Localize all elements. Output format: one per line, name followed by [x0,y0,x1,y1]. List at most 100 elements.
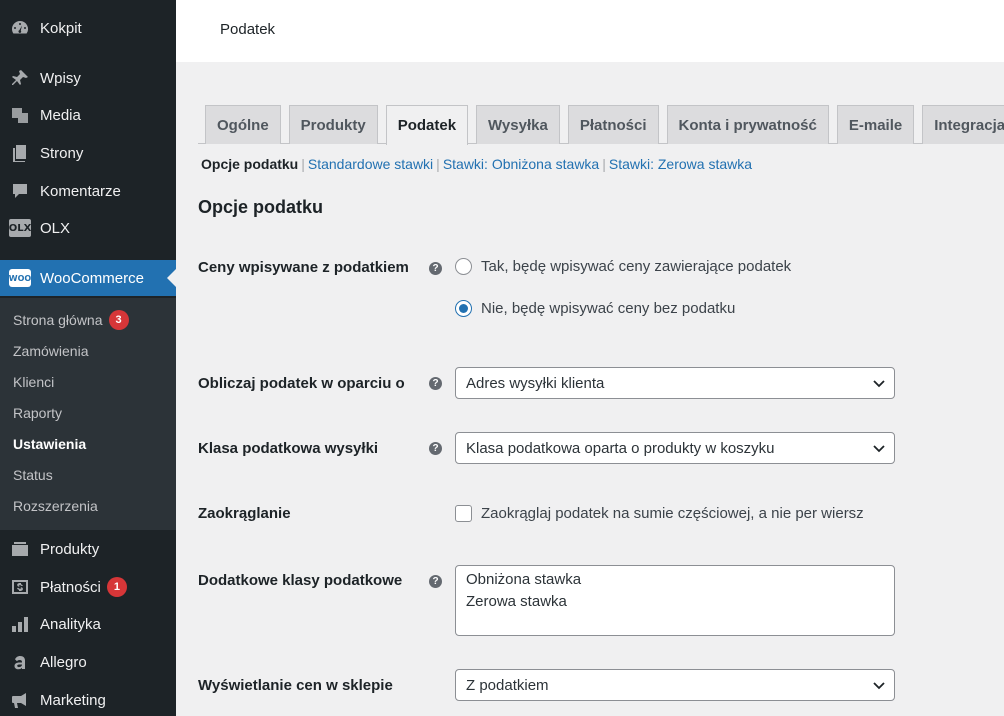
sidebar-item-olx[interactable]: OLX OLX [0,210,176,246]
subnav-separator: | [436,156,440,172]
submenu-label: Klienci [13,374,55,390]
radio-button[interactable] [455,258,472,275]
pages-icon [9,142,31,164]
woo-icon: WOO [9,267,31,289]
additional-tax-classes-textarea[interactable]: Obniżona stawka Zerowa stawka [455,565,895,636]
notification-badge: 1 [106,577,127,597]
additional-tax-classes-label: Dodatkowe klasy podatkowe [198,572,403,589]
media-icon [9,104,31,126]
display-prices-shop-label: Wyświetlanie cen w sklepie [198,677,393,694]
sidebar-item-komentarze[interactable]: Komentarze [0,173,176,209]
subnav-current[interactable]: Opcje podatku [201,156,298,172]
submenu-label: Status [13,467,53,483]
select-value: Z podatkiem [466,676,549,694]
checkbox-label: Zaokrąglaj podatek na sumie częściowej, … [481,505,864,522]
tab-konta[interactable]: Konta i prywatność [666,105,829,144]
rounding-checkbox[interactable] [455,505,472,522]
submenu-item-strona-glowna[interactable]: Strona główna 3 [13,309,129,331]
sidebar-item-label: Komentarze [40,182,121,200]
radio-option-no[interactable]: Nie, będę wpisywać ceny bez podatku [455,300,735,317]
allegro-icon [9,651,31,673]
sidebar-item-media[interactable]: Media [0,97,176,133]
sidebar-item-wpisy[interactable]: Wpisy [0,60,176,96]
megaphone-icon [9,689,31,711]
select-value: Klasa podatkowa oparta o produkty w kosz… [466,439,775,457]
sidebar-item-label: Marketing [40,691,106,709]
radio-label: Tak, będę wpisywać ceny zawierające poda… [481,258,792,275]
shipping-tax-class-select[interactable]: Klasa podatkowa oparta o produkty w kosz… [455,432,895,464]
sidebar-item-produkty[interactable]: Produkty [0,531,176,567]
submenu-item-klienci[interactable]: Klienci [13,371,54,393]
radio-option-yes[interactable]: Tak, będę wpisywać ceny zawierające poda… [455,258,791,275]
page-title: Podatek [220,21,276,38]
submenu-item-zamowienia[interactable]: Zamówienia [13,340,88,362]
help-icon[interactable]: ? [429,377,442,390]
subnav-separator: | [301,156,305,172]
help-icon[interactable]: ? [429,262,442,275]
page-header: Podatek [176,0,1004,62]
select-value: Adres wysyłki klienta [466,374,605,392]
subnav-link-standard[interactable]: Standardowe stawki [308,156,433,172]
sidebar-item-kokpit[interactable]: Kokpit [0,10,176,46]
sidebar-item-label: Analityka [40,615,101,633]
chevron-down-icon [873,682,885,690]
tab-integracja[interactable]: Integracja [922,105,1004,144]
sidebar-item-label: WooCommerce [40,269,144,287]
submenu-label: Strona główna [13,312,103,328]
tab-ogolne[interactable]: Ogólne [205,105,281,144]
submenu-item-raporty[interactable]: Raporty [13,402,62,424]
sidebar-item-label: Media [40,106,81,124]
chevron-down-icon [873,445,885,453]
submenu-label: Ustawienia [13,436,87,452]
dashboard-icon [9,17,31,39]
comment-icon [9,180,31,202]
sidebar-item-label: OLX [40,219,71,237]
sidebar-item-strony[interactable]: Strony [0,135,176,171]
submenu-item-status[interactable]: Status [13,464,53,486]
notification-badge: 3 [108,310,129,330]
active-arrow [167,269,176,287]
tax-subnav: Opcje podatku | Standardowe stawki | Sta… [201,156,752,172]
sidebar-item-label: Allegro [40,653,87,671]
woocommerce-submenu: Strona główna 3 Zamówienia Klienci Rapor… [0,298,176,530]
radio-label: Nie, będę wpisywać ceny bez podatku [481,300,736,317]
subnav-separator: | [602,156,606,172]
settings-tabs: Ogólne Produkty Podatek Wysyłka Płatnośc… [205,105,1004,145]
shipping-tax-class-label: Klasa podatkowa wysyłki [198,440,379,457]
sidebar-item-analityka[interactable]: Analityka [0,606,176,642]
rounding-label: Zaokrąglanie [198,505,291,522]
sidebar-item-label: Strony [40,144,84,162]
sidebar-item-platnosci[interactable]: Płatności 1 [0,569,176,605]
submenu-item-rozszerzenia[interactable]: Rozszerzenia [13,495,98,517]
products-icon [9,538,31,560]
calc-based-on-label: Obliczaj podatek w oparciu o [198,375,405,392]
help-icon[interactable]: ? [429,442,442,455]
pin-icon [9,67,31,89]
tab-produkty[interactable]: Produkty [288,105,378,144]
sidebar-item-label: Płatności [40,578,101,596]
help-icon[interactable]: ? [429,575,442,588]
tab-wysylka[interactable]: Wysyłka [476,105,560,144]
sidebar-item-woocommerce[interactable]: WOO WooCommerce [0,260,176,296]
admin-sidebar: Kokpit Wpisy Media Strony Komentarze OLX… [0,0,176,716]
tab-podatek[interactable]: Podatek [385,105,469,145]
sidebar-item-allegro[interactable]: Allegro [0,644,176,680]
prices-entered-label: Ceny wpisywane z podatkiem [198,259,409,276]
section-title: Opcje podatku [198,197,324,217]
tab-emaile[interactable]: E-maile [836,105,915,144]
sidebar-item-marketing[interactable]: Marketing [0,682,176,716]
submenu-label: Rozszerzenia [13,498,98,514]
sidebar-item-label: Kokpit [40,19,82,37]
submenu-item-ustawienia[interactable]: Ustawienia [13,433,86,455]
sidebar-item-label: Produkty [40,540,100,558]
chevron-down-icon [873,380,885,388]
subnav-link-reduced[interactable]: Stawki: Obniżona stawka [443,156,599,172]
olx-icon: OLX [9,217,31,239]
rounding-checkbox-row[interactable]: Zaokrąglaj podatek na sumie częściowej, … [455,505,864,522]
display-prices-shop-select[interactable]: Z podatkiem [455,669,895,701]
payments-icon [9,576,31,598]
subnav-link-zero[interactable]: Stawki: Zerowa stawka [609,156,752,172]
tab-platnosci[interactable]: Płatności [567,105,659,144]
calc-based-on-select[interactable]: Adres wysyłki klienta [455,367,895,399]
radio-button-checked[interactable] [455,300,472,317]
